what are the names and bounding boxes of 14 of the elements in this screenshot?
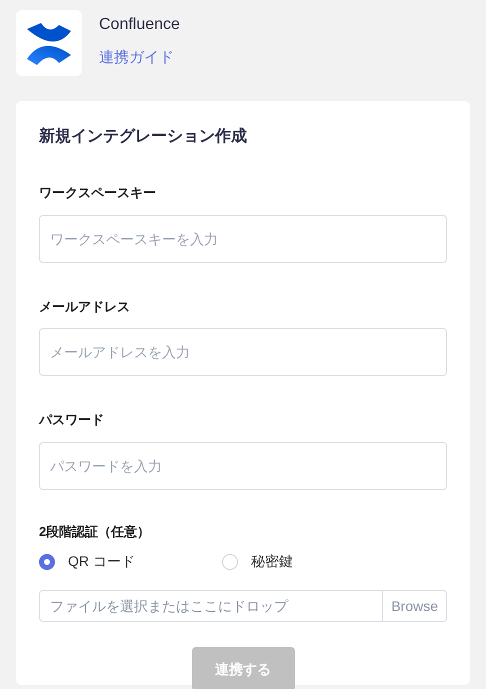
field-label: ワークスペースキー <box>39 184 157 202</box>
input-field[interactable]: メールアドレスを入力 <box>39 328 447 376</box>
radio-option[interactable]: QR コード <box>39 551 222 572</box>
input-field[interactable]: パスワードを入力 <box>39 442 447 490</box>
field-label: メールアドレス <box>39 298 131 316</box>
guide-link[interactable]: 連携ガイド <box>99 47 180 70</box>
radio-option[interactable]: 秘密鍵 <box>222 551 405 572</box>
app-name: Confluence <box>99 15 180 35</box>
browse-button[interactable]: Browse <box>382 591 446 621</box>
file-input[interactable]: ファイルを選択またはここにドロップ Browse <box>39 590 447 622</box>
field-label: パスワード <box>39 411 105 429</box>
form-title: 新規インテグレーション作成 <box>39 126 248 147</box>
input-field[interactable]: ワークスペースキーを入力 <box>39 214 447 262</box>
field-label: 2段階認証（任意） <box>39 522 152 540</box>
